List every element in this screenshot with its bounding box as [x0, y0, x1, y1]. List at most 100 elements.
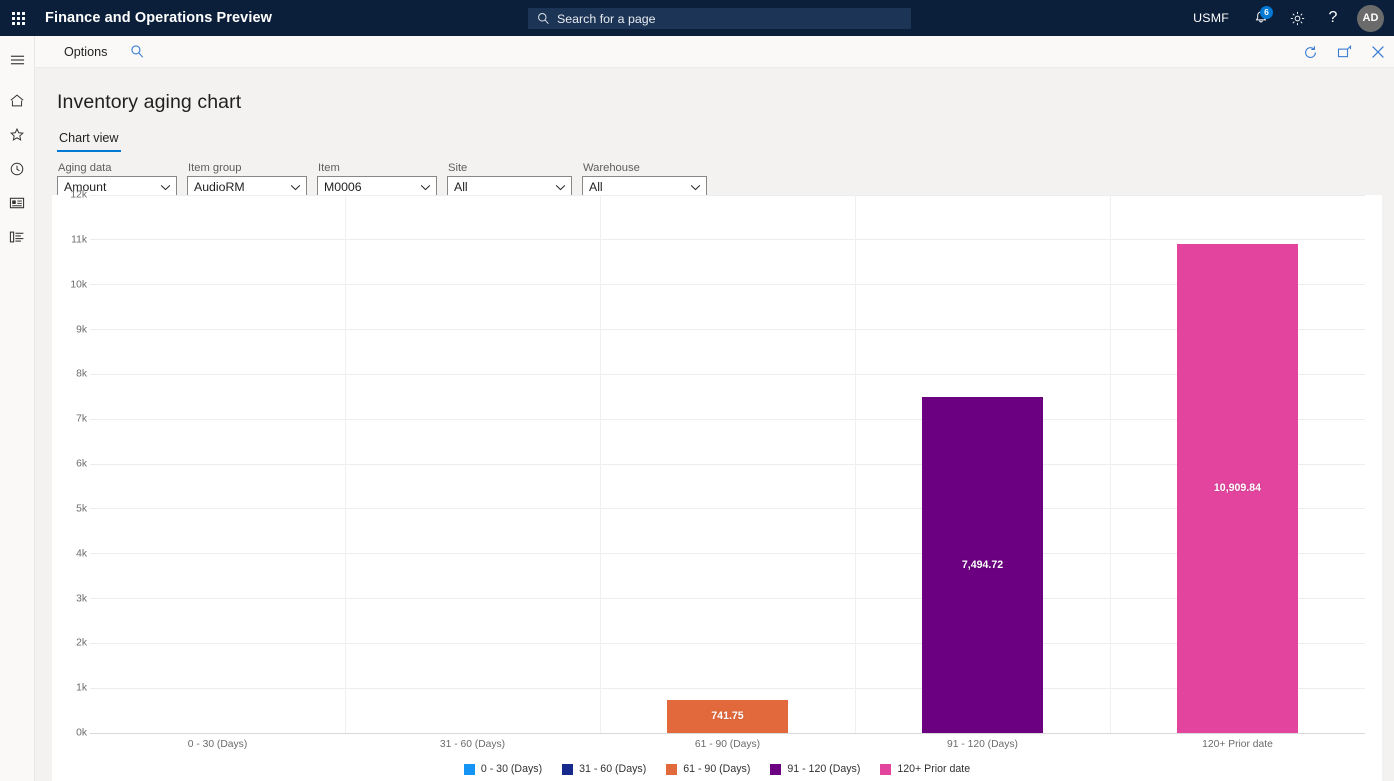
modules-list-icon[interactable] [0, 221, 35, 252]
bar-value-label: 7,494.72 [962, 559, 1003, 571]
legend-label: 0 - 30 (Days) [481, 763, 542, 775]
filter-label-site: Site [447, 162, 572, 174]
search-icon[interactable] [130, 44, 145, 59]
avatar[interactable]: AD [1357, 5, 1384, 32]
gear-icon[interactable] [1279, 0, 1315, 36]
command-bar-actions [1300, 36, 1388, 68]
app-title: Finance and Operations Preview [45, 10, 272, 26]
y-axis-tick-label: 3k [76, 593, 87, 604]
chart-legend: 0 - 30 (Days) 31 - 60 (Days) 61 - 90 (Days… [52, 759, 1382, 779]
chart-gridlines: 741.75 7,494.72 10,909.84 [90, 195, 1365, 733]
app-launcher-icon[interactable] [0, 0, 36, 36]
chevron-down-icon [690, 184, 701, 191]
page-title: Inventory aging chart [57, 91, 1394, 114]
gridline [90, 643, 1365, 644]
global-search-input[interactable]: Search for a page [528, 8, 911, 29]
filter-label-item-group: Item group [187, 162, 307, 174]
chevron-down-icon [160, 184, 171, 191]
category-separator [1110, 195, 1111, 733]
gridline [90, 508, 1365, 509]
workspace-icon[interactable] [0, 187, 35, 218]
chart-bar[interactable]: 10,909.84 [1177, 244, 1299, 733]
gridline [90, 598, 1365, 599]
tab-chart-view[interactable]: Chart view [57, 131, 121, 152]
dropdown-value-warehouse: All [589, 180, 603, 194]
top-bar-right-cluster: USMF 6 ? AD [1193, 0, 1394, 36]
chart-bar[interactable]: 7,494.72 [922, 397, 1044, 733]
filter-label-warehouse: Warehouse [582, 162, 707, 174]
gridline [90, 464, 1365, 465]
x-axis-tick-label: 31 - 60 (Days) [440, 739, 505, 750]
legend-item[interactable]: 61 - 90 (Days) [666, 763, 750, 775]
clock-icon[interactable] [0, 153, 35, 184]
y-axis-tick-label: 6k [76, 459, 87, 470]
chevron-down-icon [420, 184, 431, 191]
legend-label: 91 - 120 (Days) [787, 763, 860, 775]
bar-value-label: 741.75 [711, 710, 743, 722]
app-launcher-grid [12, 12, 25, 25]
filter-item-group: Item group AudioRM [187, 162, 307, 198]
legend-label: 61 - 90 (Days) [683, 763, 750, 775]
gridline [90, 374, 1365, 375]
legend-item[interactable]: 0 - 30 (Days) [464, 763, 542, 775]
gridline [90, 553, 1365, 554]
y-axis-tick-label: 4k [76, 548, 87, 559]
close-icon[interactable] [1368, 36, 1388, 68]
company-selector[interactable]: USMF [1193, 11, 1229, 25]
search-icon [537, 12, 550, 25]
legend-label: 31 - 60 (Days) [579, 763, 646, 775]
open-in-new-window-icon[interactable] [1334, 36, 1354, 68]
filter-bar: Aging data Amount Item group AudioRM Ite… [57, 162, 1394, 198]
filter-item: Item M0006 [317, 162, 437, 198]
gridline [90, 419, 1365, 420]
legend-color-swatch [880, 764, 891, 775]
x-axis-tick-label: 0 - 30 (Days) [188, 739, 248, 750]
hamburger-menu-icon[interactable] [0, 44, 35, 75]
chart-plot-area: 0k1k2k3k4k5k6k7k8k9k10k11k12k 741.757,49… [52, 195, 1382, 781]
chevron-down-icon [555, 184, 566, 191]
options-button[interactable]: Options [55, 36, 116, 68]
filter-site: Site All [447, 162, 572, 198]
legend-item[interactable]: 120+ Prior date [880, 763, 970, 775]
legend-color-swatch [562, 764, 573, 775]
help-icon[interactable]: ? [1315, 0, 1351, 36]
category-separator [855, 195, 856, 733]
gridline [90, 195, 1365, 196]
gridline [90, 688, 1365, 689]
legend-color-swatch [464, 764, 475, 775]
tab-strip: Chart view [57, 131, 1394, 152]
star-icon[interactable] [0, 119, 35, 150]
y-axis-tick-label: 10k [70, 279, 87, 290]
gridline [90, 284, 1365, 285]
legend-label: 120+ Prior date [897, 763, 970, 775]
page-content: Inventory aging chart Chart view Aging d… [35, 68, 1394, 781]
chart-bar[interactable]: 741.75 [667, 700, 789, 733]
filter-label-item: Item [317, 162, 437, 174]
y-axis-tick-label: 5k [76, 503, 87, 514]
command-bar: Options [35, 36, 1394, 68]
home-icon[interactable] [0, 85, 35, 116]
x-axis-tick-label: 61 - 90 (Days) [695, 739, 760, 750]
y-axis-tick-label: 8k [76, 369, 87, 380]
dropdown-value-item: M0006 [324, 180, 362, 194]
bar-value-label: 10,909.84 [1214, 482, 1261, 494]
x-axis-tick-label: 120+ Prior date [1202, 739, 1273, 750]
y-axis-tick-label: 12k [70, 190, 87, 201]
y-axis-tick-label: 7k [76, 414, 87, 425]
legend-item[interactable]: 31 - 60 (Days) [562, 763, 646, 775]
filter-label-aging-data: Aging data [57, 162, 177, 174]
bell-icon[interactable]: 6 [1243, 0, 1279, 36]
top-navigation-bar: Finance and Operations Preview Search fo… [0, 0, 1394, 36]
category-separator [345, 195, 346, 733]
legend-item[interactable]: 91 - 120 (Days) [770, 763, 860, 775]
category-separator [600, 195, 601, 733]
y-axis-tick-label: 2k [76, 638, 87, 649]
x-axis-tick-label: 91 - 120 (Days) [947, 739, 1018, 750]
legend-color-swatch [770, 764, 781, 775]
refresh-icon[interactable] [1300, 36, 1320, 68]
y-axis-tick-label: 0k [76, 728, 87, 739]
x-axis: 0 - 30 (Days) 31 - 60 (Days) 61 - 90 (Days… [90, 734, 1365, 756]
notification-badge: 6 [1260, 6, 1273, 19]
filter-warehouse: Warehouse All [582, 162, 707, 198]
gridline [90, 239, 1365, 240]
